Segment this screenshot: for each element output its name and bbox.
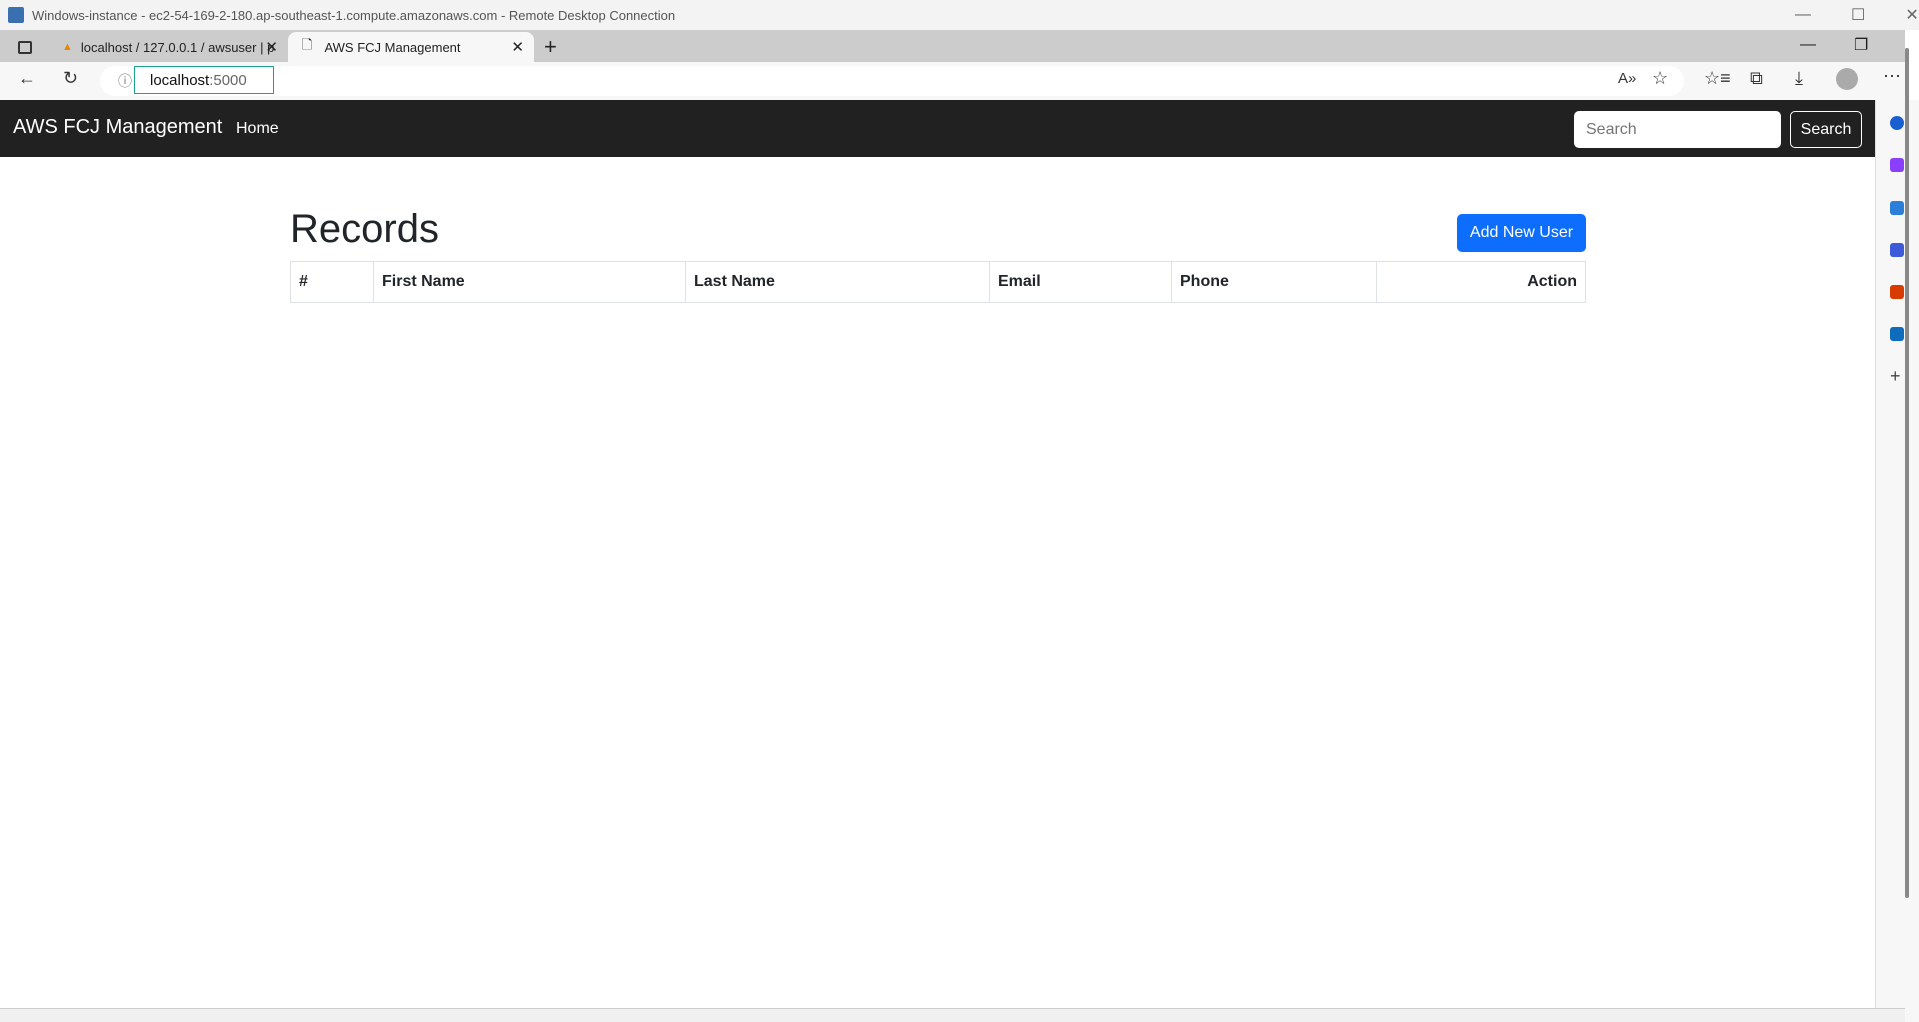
back-icon[interactable]: ← [18,68,36,89]
new-tab-button[interactable]: + [534,32,567,62]
col-phone: Phone [1171,261,1377,303]
scrollbar[interactable] [1905,48,1909,898]
add-new-user-button[interactable]: Add New User [1457,214,1586,252]
brand-link[interactable]: AWS FCJ Management [13,116,222,139]
office-icon[interactable] [1890,285,1904,299]
close-tab-icon[interactable]: ✕ [265,38,278,56]
search-button[interactable]: Search [1790,111,1862,148]
collections-icon[interactable]: ⧉ [1750,68,1763,89]
add-favorite-icon[interactable]: ☆ [1652,68,1668,89]
remote-desktop-icon [8,7,24,23]
tab-phpmyadmin[interactable]: ▲ localhost / 127.0.0.1 / awsuser | p ✕ [52,32,288,62]
info-icon[interactable]: ⓘ [118,71,132,91]
col-number: # [290,261,374,303]
nav-home-link[interactable]: Home [236,120,279,138]
navbar: AWS FCJ Management Home Search [0,100,1875,157]
search-icon[interactable] [1890,116,1904,130]
col-first-name: First Name [373,261,686,303]
col-last-name: Last Name [685,261,990,303]
downloads-icon[interactable]: ⤓ [1795,68,1803,89]
window-titlebar: Windows-instance - ec2-54-169-2-180.ap-s… [0,0,1919,30]
search-input[interactable] [1574,111,1781,148]
outlook-icon[interactable] [1890,327,1904,341]
horizontal-scrollbar[interactable] [0,1008,1905,1022]
url-port: :5000 [209,72,247,89]
games-icon[interactable] [1890,243,1904,257]
browser-restore-button[interactable]: ❐ [1854,35,1868,55]
url-field[interactable]: localhost:5000 [134,66,274,94]
sidebar-toggle-icon [18,40,32,54]
tab-label: localhost / 127.0.0.1 / awsuser | p [80,39,275,55]
more-icon[interactable]: ⋯ [1883,66,1901,87]
col-action: Action [1376,261,1586,303]
edge-sidebar: + [1875,100,1919,1022]
page-icon: 🗋 [302,37,313,52]
omnibox[interactable] [100,66,1684,96]
records-table: # First Name Last Name Email Phone Actio… [290,261,1586,303]
url-host: localhost [150,72,210,89]
page-title: Records [290,207,439,251]
col-email: Email [989,261,1172,303]
phpmyadmin-icon: ▲ [62,41,73,53]
browser-minimize-button[interactable]: — [1800,36,1816,54]
refresh-icon[interactable]: ↻ [63,68,78,89]
tab-bar: ▲ localhost / 127.0.0.1 / awsuser | p ✕ … [0,30,1905,62]
close-window-button[interactable]: ✕ [1905,5,1918,25]
close-tab-icon[interactable]: ✕ [511,38,524,56]
tab-actions-button[interactable] [0,32,52,62]
tab-label: AWS FCJ Management [324,39,461,55]
window-title: Windows-instance - ec2-54-169-2-180.ap-s… [32,7,676,23]
read-aloud-icon[interactable]: A» [1618,70,1636,87]
add-icon[interactable]: + [1890,366,1901,387]
tab-aws-fcj[interactable]: 🗋 AWS FCJ Management ✕ [288,32,534,62]
address-bar: ← ↻ ⓘ localhost:5000 A» ☆ ☆≡ ⧉ ⤓ ⋯ [0,62,1905,100]
minimize-button[interactable]: — [1795,6,1811,24]
tools-icon[interactable] [1890,201,1904,215]
copilot-icon[interactable] [1890,158,1904,172]
favorites-icon[interactable]: ☆≡ [1704,68,1731,89]
profile-avatar[interactable] [1836,68,1858,90]
maximize-button[interactable]: ☐ [1851,5,1865,25]
